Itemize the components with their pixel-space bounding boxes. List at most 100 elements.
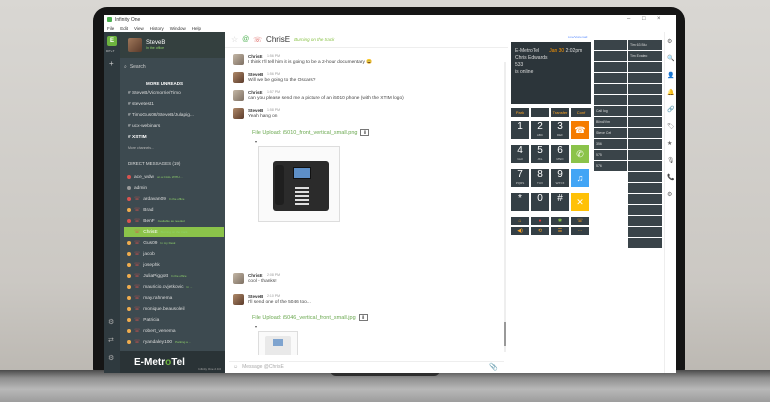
- directory-icon[interactable]: ☰: [551, 227, 569, 235]
- dial-key[interactable]: #: [551, 193, 569, 211]
- blf-key[interactable]: [628, 117, 662, 127]
- history-icon[interactable]: ⟲: [531, 227, 549, 235]
- dial-key[interactable]: 2 ABC: [531, 121, 549, 139]
- more-unreads-heading[interactable]: MORE UNREADS: [146, 81, 183, 86]
- collapse-caret-icon[interactable]: ▾: [255, 324, 257, 329]
- blf-key[interactable]: 356: [594, 139, 627, 149]
- blf-key[interactable]: [628, 150, 662, 160]
- dm-item[interactable]: ☏ ardavan09 In the office: [124, 194, 224, 204]
- end-call-icon[interactable]: ☎: [571, 121, 589, 139]
- channel-item[interactable]: # TimoGus08/SteveB/Julapig...: [128, 113, 194, 118]
- download-icon[interactable]: ⬇: [360, 129, 370, 136]
- channel-item[interactable]: # ucx-webinars: [128, 124, 160, 129]
- dial-key[interactable]: 6 MNO: [551, 145, 569, 163]
- dial-key[interactable]: 5 JKL: [531, 145, 549, 163]
- blf-key[interactable]: Tim 63 Blu: [628, 40, 662, 50]
- blf-key[interactable]: [628, 216, 662, 226]
- switch-icon[interactable]: ⇄: [108, 336, 114, 344]
- phone-image-i5010[interactable]: [258, 146, 340, 222]
- dm-item[interactable]: admin: [124, 183, 224, 193]
- at-mention-icon[interactable]: @: [242, 36, 249, 43]
- blf-key[interactable]: [628, 73, 662, 83]
- softkey-transfer[interactable]: Transfer: [551, 108, 569, 117]
- dm-item[interactable]: ☏ Brad: [124, 205, 224, 215]
- message-author[interactable]: SteveB: [248, 108, 263, 113]
- message-author[interactable]: ChrisE: [248, 273, 263, 278]
- dm-item[interactable]: ☏ Patricia: [124, 315, 224, 325]
- dm-item[interactable]: ☏ jacob: [124, 249, 224, 259]
- blf-key[interactable]: [628, 106, 662, 116]
- server-logo[interactable]: E: [107, 36, 117, 46]
- download-icon[interactable]: ⬇: [358, 314, 368, 321]
- emoji-icon[interactable]: ☺: [233, 364, 238, 370]
- dial-key[interactable]: 1: [511, 121, 529, 139]
- link-icon[interactable]: 🔗: [667, 106, 674, 113]
- blf-key[interactable]: Steve Cel: [594, 128, 627, 138]
- dm-item[interactable]: ☏ may.rahnema: [124, 293, 224, 303]
- message-author[interactable]: ChrisE: [248, 90, 263, 95]
- minimize-button[interactable]: –: [627, 16, 630, 22]
- blf-key[interactable]: [594, 51, 627, 61]
- blf-key[interactable]: [628, 238, 662, 248]
- dial-key[interactable]: *: [511, 193, 529, 211]
- dial-key[interactable]: 0: [531, 193, 549, 211]
- blf-key[interactable]: [594, 95, 627, 105]
- chat-scrollbar[interactable]: [504, 62, 506, 352]
- blf-key[interactable]: Tim Evaleo: [628, 51, 662, 61]
- mic-icon[interactable]: 🎙: [667, 157, 675, 164]
- menu-file[interactable]: File: [107, 26, 114, 31]
- blf-key[interactable]: [628, 95, 662, 105]
- close-button[interactable]: ×: [657, 16, 661, 22]
- bell-icon[interactable]: 🔔: [667, 89, 674, 96]
- dm-item[interactable]: ☏ ChrisE Burning on the track: [124, 227, 224, 237]
- user-header[interactable]: SteveB In the office: [120, 32, 225, 58]
- settings-icon[interactable]: ⚙: [108, 318, 114, 326]
- channel-item[interactable]: # XSTIM: [128, 135, 147, 140]
- dm-item[interactable]: ☏ mauricio.cvjetkovic In ...: [124, 282, 224, 292]
- menu-help[interactable]: Help: [192, 26, 201, 31]
- dm-item[interactable]: ace_wdw on a CALL WITH ...: [124, 172, 224, 182]
- attach-icon[interactable]: 📎: [489, 363, 498, 371]
- blf-key[interactable]: [594, 73, 627, 83]
- menu-edit[interactable]: Edit: [120, 26, 128, 31]
- blf-key[interactable]: [628, 183, 662, 193]
- mute-icon[interactable]: ✕: [571, 193, 589, 211]
- blf-key[interactable]: [628, 128, 662, 138]
- blf-key[interactable]: [628, 205, 662, 215]
- forward-icon[interactable]: ☏: [571, 217, 589, 225]
- search-icon[interactable]: 🔍: [667, 55, 674, 62]
- more-channels-link[interactable]: More channels...: [128, 146, 154, 150]
- blf-key[interactable]: [628, 62, 662, 72]
- message-author[interactable]: ChrisE: [248, 54, 263, 59]
- menu-view[interactable]: View: [134, 26, 144, 31]
- answer-call-icon[interactable]: ✆: [571, 145, 589, 163]
- dial-key[interactable]: 8 TUV: [531, 169, 549, 187]
- record-icon[interactable]: ●: [531, 217, 549, 225]
- file-upload-link[interactable]: File Upload: i5010_front_vertical_small.…: [252, 129, 370, 136]
- headset-icon[interactable]: ♫: [571, 169, 589, 187]
- settings-key-icon[interactable]: ✱: [551, 217, 569, 225]
- dial-key[interactable]: 7 PQRS: [511, 169, 529, 187]
- menu-history[interactable]: History: [150, 26, 164, 31]
- blf-key[interactable]: [628, 172, 662, 182]
- message-input[interactable]: ☺ Message @ChrisE 📎: [229, 361, 504, 372]
- softkey-conf[interactable]: Conf: [571, 108, 591, 117]
- blf-key[interactable]: [628, 161, 662, 171]
- favorite-star-icon[interactable]: ☆: [231, 35, 238, 44]
- blf-key[interactable]: [594, 40, 627, 50]
- channel-item[interactable]: # stevetest1: [128, 102, 154, 107]
- channel-item[interactable]: # SteveB/Vicmorrie/Timo: [128, 91, 181, 96]
- add-server-icon[interactable]: +: [109, 59, 114, 68]
- blf-key[interactable]: [628, 194, 662, 204]
- dial-key[interactable]: 4 GHI: [511, 145, 529, 163]
- blf-key[interactable]: [628, 84, 662, 94]
- blf-key[interactable]: 575: [594, 150, 627, 160]
- scroll-thumb[interactable]: [504, 322, 506, 346]
- settings-icon[interactable]: ⚙: [667, 38, 672, 45]
- blf-key[interactable]: [594, 84, 627, 94]
- collapse-caret-icon[interactable]: ▾: [255, 139, 257, 144]
- gear-icon[interactable]: ⚙: [667, 191, 672, 198]
- volume-icon[interactable]: ◀): [511, 227, 529, 235]
- star-icon[interactable]: ★: [667, 140, 672, 147]
- blf-key[interactable]: 576: [594, 161, 627, 171]
